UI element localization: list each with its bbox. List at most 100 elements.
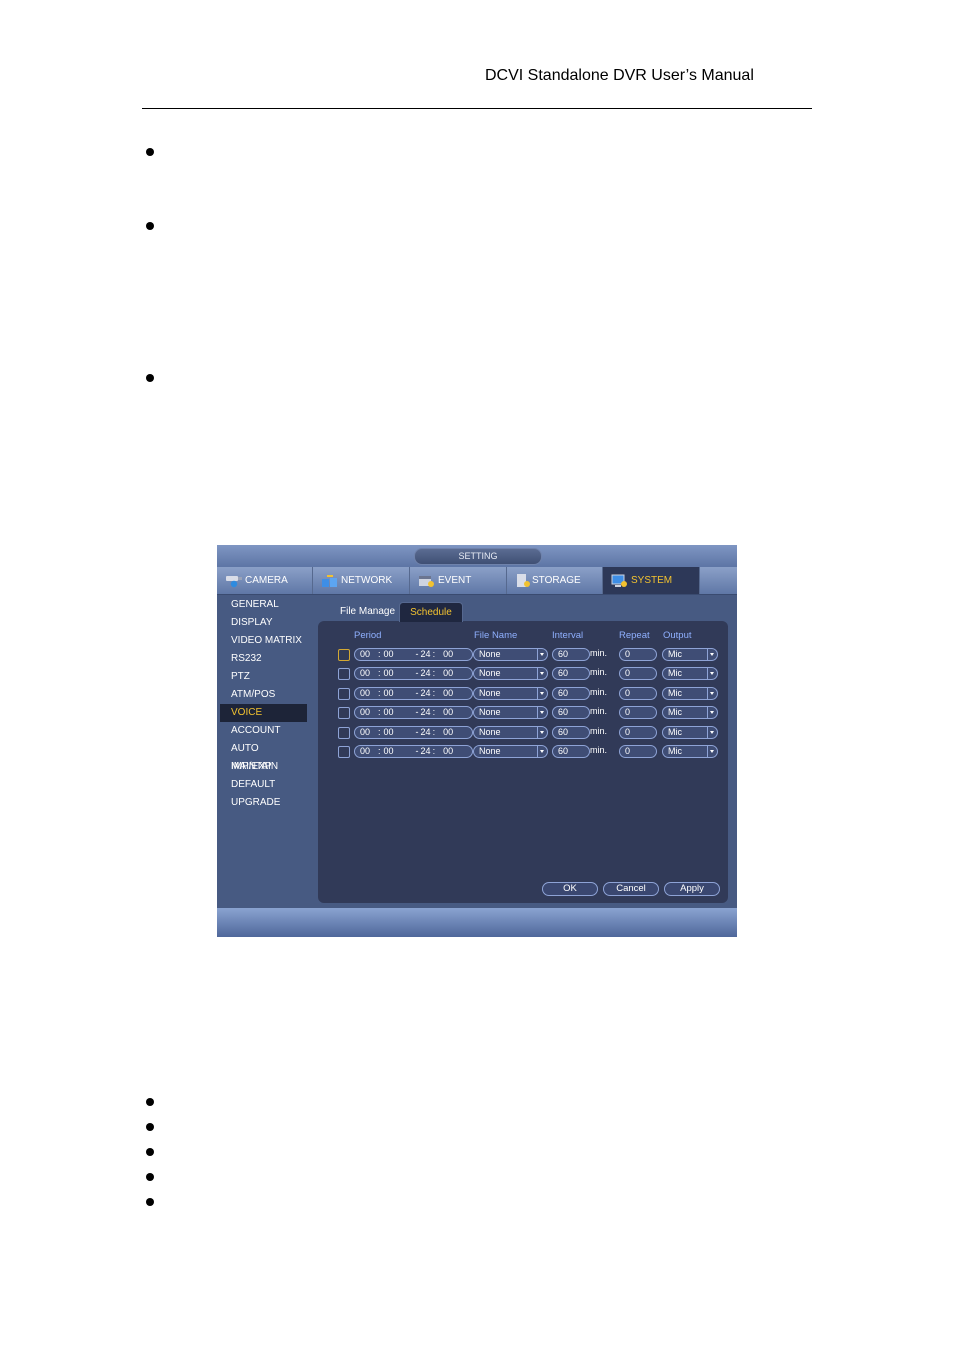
repeat-input[interactable]: 0 <box>619 745 657 758</box>
start-minute[interactable]: 00 <box>384 688 394 698</box>
chevron-down-icon[interactable] <box>707 726 717 738</box>
tab-label: EVENT <box>438 575 472 586</box>
subtab-file-manage[interactable]: File Manage <box>340 602 395 621</box>
start-minute[interactable]: 00 <box>384 668 394 678</box>
period-field[interactable]: 00:00-24:00 <box>354 667 473 681</box>
period-field[interactable]: 00:00-24:00 <box>354 745 473 758</box>
interval-unit: min. <box>590 648 608 658</box>
chevron-down-icon[interactable] <box>537 687 547 699</box>
end-minute[interactable]: 00 <box>443 668 453 678</box>
end-hour[interactable]: 24 <box>421 649 431 659</box>
output-dropdown[interactable]: Mic <box>662 725 718 739</box>
interval-input[interactable]: 60 <box>552 725 590 739</box>
chevron-down-icon[interactable] <box>707 668 717 680</box>
start-minute[interactable]: 00 <box>384 727 394 737</box>
chevron-down-icon[interactable] <box>707 687 717 699</box>
file-name-dropdown[interactable]: None <box>473 648 548 661</box>
repeat-input[interactable]: 0 <box>619 648 657 661</box>
enable-checkbox[interactable] <box>338 746 350 758</box>
enable-checkbox[interactable] <box>338 687 350 700</box>
tab-event[interactable]: EVENT <box>410 567 507 594</box>
tab-camera[interactable]: CAMERA <box>217 567 313 594</box>
period-field[interactable]: 00:00-24:00 <box>354 706 473 720</box>
output-dropdown[interactable]: Mic <box>662 648 718 661</box>
end-hour[interactable]: 24 <box>421 668 431 678</box>
output-dropdown[interactable]: Mic <box>662 686 718 700</box>
interval-input[interactable]: 60 <box>552 745 590 758</box>
start-minute[interactable]: 00 <box>384 746 394 756</box>
repeat-input[interactable]: 0 <box>619 725 657 739</box>
chevron-down-icon[interactable] <box>537 726 547 738</box>
enable-checkbox[interactable] <box>338 649 350 661</box>
file-name-dropdown[interactable]: None <box>473 667 548 681</box>
chevron-down-icon[interactable] <box>537 746 547 757</box>
range-separator: - <box>415 687 419 698</box>
tab-system[interactable]: SYSTEM <box>603 567 700 594</box>
start-hour[interactable]: 00 <box>360 746 370 756</box>
chevron-down-icon[interactable] <box>537 707 547 719</box>
file-name-dropdown[interactable]: None <box>473 706 548 720</box>
start-hour[interactable]: 00 <box>360 727 370 737</box>
enable-checkbox[interactable] <box>338 668 350 681</box>
bullet <box>146 1198 154 1206</box>
file-name-dropdown[interactable]: None <box>473 686 548 700</box>
end-minute[interactable]: 00 <box>443 688 453 698</box>
chevron-down-icon[interactable] <box>707 746 717 757</box>
repeat-input[interactable]: 0 <box>619 706 657 720</box>
sidebar-item-display[interactable]: DISPLAY <box>220 614 307 632</box>
interval-input[interactable]: 60 <box>552 648 590 661</box>
start-minute[interactable]: 00 <box>384 707 394 717</box>
tab-storage[interactable]: STORAGE <box>507 567 603 594</box>
start-hour[interactable]: 00 <box>360 649 370 659</box>
file-name-dropdown[interactable]: None <box>473 725 548 739</box>
file-name-value: None <box>479 746 501 756</box>
system-icon <box>611 574 627 587</box>
start-hour[interactable]: 00 <box>360 688 370 698</box>
chevron-down-icon[interactable] <box>537 668 547 680</box>
file-name-value: None <box>479 668 501 679</box>
enable-checkbox[interactable] <box>338 707 350 720</box>
period-field[interactable]: 00:00-24:00 <box>354 686 473 700</box>
end-hour[interactable]: 24 <box>421 746 431 756</box>
repeat-input[interactable]: 0 <box>619 667 657 681</box>
sidebar-item-imp-exp[interactable]: IMP/EXP <box>220 758 307 776</box>
output-dropdown[interactable]: Mic <box>662 706 718 720</box>
end-hour[interactable]: 24 <box>421 707 431 717</box>
file-name-dropdown[interactable]: None <box>473 745 548 758</box>
period-field[interactable]: 00:00-24:00 <box>354 648 473 661</box>
end-minute[interactable]: 00 <box>443 649 453 659</box>
interval-input[interactable]: 60 <box>552 706 590 720</box>
schedule-row: 00:00-24:00 None 60 min. 0 Mic <box>217 725 737 740</box>
end-minute[interactable]: 00 <box>443 746 453 756</box>
cancel-button[interactable]: Cancel <box>603 882 659 896</box>
output-dropdown[interactable]: Mic <box>662 667 718 681</box>
tab-network[interactable]: NETWORK <box>313 567 410 594</box>
start-minute[interactable]: 00 <box>384 649 394 659</box>
file-name-value: None <box>479 687 501 698</box>
end-hour[interactable]: 24 <box>421 727 431 737</box>
sidebar-item-default[interactable]: DEFAULT <box>220 776 307 794</box>
apply-button[interactable]: Apply <box>664 882 720 896</box>
chevron-down-icon[interactable] <box>537 649 547 660</box>
chevron-down-icon[interactable] <box>707 649 717 660</box>
end-minute[interactable]: 00 <box>443 727 453 737</box>
start-hour[interactable]: 00 <box>360 668 370 678</box>
schedule-row: 00:00-24:00 None 60 min. 0 Mic <box>217 648 737 662</box>
enable-checkbox[interactable] <box>338 726 350 739</box>
end-minute[interactable]: 00 <box>443 707 453 717</box>
interval-input[interactable]: 60 <box>552 667 590 681</box>
repeat-input[interactable]: 0 <box>619 686 657 700</box>
bullet <box>146 1098 154 1106</box>
output-dropdown[interactable]: Mic <box>662 745 718 758</box>
sidebar-item-upgrade[interactable]: UPGRADE <box>220 794 307 812</box>
interval-input[interactable]: 60 <box>552 686 590 700</box>
time-separator: : <box>378 687 381 698</box>
period-field[interactable]: 00:00-24:00 <box>354 725 473 739</box>
start-hour[interactable]: 00 <box>360 707 370 717</box>
output-value: Mic <box>668 668 682 679</box>
end-hour[interactable]: 24 <box>421 688 431 698</box>
subtab-schedule[interactable]: Schedule <box>399 602 463 622</box>
chevron-down-icon[interactable] <box>707 707 717 719</box>
sidebar-item-general[interactable]: GENERAL <box>220 596 307 614</box>
ok-button[interactable]: OK <box>542 882 598 896</box>
